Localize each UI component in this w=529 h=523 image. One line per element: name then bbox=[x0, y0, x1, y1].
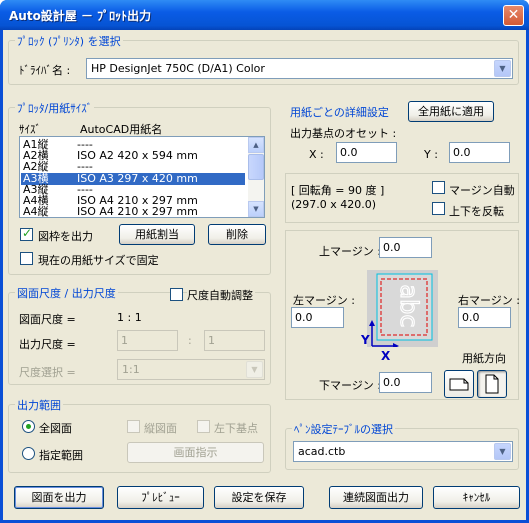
output-scale-input-a[interactable]: 1 bbox=[117, 330, 178, 351]
dialog-client: ﾌﾟﾛｯｸ (ﾌﾟﾘﾝﾀ) を選択 ﾄﾞﾗｲﾊﾞ名 : HP DesignJet… bbox=[3, 30, 526, 520]
scale-select-value: 1:1 bbox=[122, 363, 140, 376]
left-margin-label: 左マージン : bbox=[293, 294, 355, 307]
scale-select[interactable]: 1:1 ▼ bbox=[117, 359, 265, 380]
orientation-label: 用紙方向 bbox=[462, 352, 506, 365]
rotation-text: [ 回転角 = 90 度 ] bbox=[291, 184, 385, 197]
bottom-margin-input[interactable]: 0.0 bbox=[379, 372, 432, 393]
fix-size-label: 現在の用紙サイズで固定 bbox=[38, 254, 159, 267]
pen-table-select[interactable]: acad.ctb ▼ bbox=[293, 441, 513, 462]
output-scale-input-b[interactable]: 1 bbox=[204, 330, 265, 351]
chevron-down-icon: ▼ bbox=[494, 60, 511, 77]
bottom-left-label: 左下基点 bbox=[214, 422, 258, 435]
right-margin-input[interactable]: 0.0 bbox=[458, 307, 511, 328]
scroll-thumb[interactable] bbox=[248, 154, 264, 180]
paper-dims: (297.0 x 420.0) bbox=[291, 198, 377, 211]
offset-y-label: Y : bbox=[424, 148, 438, 161]
pen-table-group: ﾍﾟﾝ設定ﾃｰﾌﾞﾙの選択 acad.ctb ▼ bbox=[285, 421, 519, 470]
screen-select-button[interactable]: 画面指示 bbox=[127, 442, 264, 463]
auto-scale-label: 尺度自動調整 bbox=[187, 287, 255, 303]
plotter-group-title: ﾌﾟﾛｯｸ (ﾌﾟﾘﾝﾀ) を選択 bbox=[15, 33, 123, 49]
offset-y-input[interactable]: 0.0 bbox=[449, 142, 510, 163]
bottom-left-checkbox[interactable] bbox=[197, 420, 210, 433]
col-size-header: ｻｲｽﾞ bbox=[19, 123, 41, 136]
output-scale-label: 出力尺度 = bbox=[19, 338, 76, 351]
bottom-margin-label: 下マージン : bbox=[319, 379, 381, 392]
paper-size-group-title: ﾌﾟﾛｯﾀ/用紙ｻｲｽﾞ bbox=[15, 100, 95, 116]
output-scale-separator: : bbox=[188, 334, 192, 347]
paper-preview: abc bbox=[367, 270, 438, 349]
auto-scale-checkbox[interactable] bbox=[170, 288, 183, 301]
top-margin-input[interactable]: 0.0 bbox=[379, 237, 432, 258]
output-range-group: 出力範囲 全図面 縦図面 左下基点 指定範囲 画面指示 bbox=[8, 397, 271, 473]
range-all-radio[interactable] bbox=[22, 420, 35, 433]
driver-select[interactable]: HP DesignJet 750C (D/A1) Color ▼ bbox=[86, 58, 513, 79]
driver-value: HP DesignJet 750C (D/A1) Color bbox=[91, 62, 265, 75]
flip-checkbox[interactable] bbox=[432, 202, 445, 215]
plotter-group: ﾌﾟﾛｯｸ (ﾌﾟﾘﾝﾀ) を選択 ﾄﾞﾗｲﾊﾞ名 : HP DesignJet… bbox=[8, 33, 519, 85]
chevron-down-icon: ▼ bbox=[246, 361, 263, 378]
right-margin-label: 右マージン : bbox=[458, 294, 520, 307]
pen-table-group-title: ﾍﾟﾝ設定ﾃｰﾌﾞﾙの選択 bbox=[292, 421, 395, 437]
preview-button[interactable]: ﾌﾟﾚﾋﾞｭｰ bbox=[117, 486, 204, 509]
paper-size-list[interactable]: A1縦 ---- A2横 ISO A2 420 x 594 mm A2縦 ---- A… bbox=[19, 136, 265, 218]
list-item[interactable]: A4縦 ISO A4 210 x 297 mm bbox=[21, 206, 245, 218]
col-autocad-header: AutoCAD用紙名 bbox=[80, 123, 163, 136]
scale-group-title: 図面尺度 / 出力尺度 bbox=[15, 285, 118, 301]
axis-x-label: X bbox=[381, 349, 391, 363]
offset-x-label: X : bbox=[309, 148, 324, 161]
left-margin-input[interactable]: 0.0 bbox=[291, 307, 344, 328]
flip-label: 上下を反転 bbox=[449, 205, 504, 218]
scroll-down-icon[interactable]: ▼ bbox=[248, 201, 264, 217]
plot-dialog: Auto設計屋 － ﾌﾟﾛｯﾄ出力 ✕ ﾌﾟﾛｯｸ (ﾌﾟﾘﾝﾀ) を選択 ﾄﾞ… bbox=[0, 0, 529, 523]
offset-x-input[interactable]: 0.0 bbox=[336, 142, 397, 163]
margin-auto-checkbox[interactable] bbox=[432, 181, 445, 194]
offset-label: 出力基点のオセット : bbox=[290, 127, 397, 140]
landscape-button[interactable] bbox=[444, 370, 474, 398]
driver-label: ﾄﾞﾗｲﾊﾞ名 : bbox=[19, 64, 71, 77]
scale-select-label: 尺度選択 = bbox=[19, 366, 76, 379]
paper-size-group: ﾌﾟﾛｯﾀ/用紙ｻｲｽﾞ ｻｲｽﾞ AutoCAD用紙名 A1縦 ---- A2横… bbox=[8, 100, 271, 275]
apply-all-button[interactable]: 全用紙に適用 bbox=[408, 101, 494, 122]
top-margin-label: 上マージン : bbox=[319, 245, 381, 258]
title-bar[interactable]: Auto設計屋 － ﾌﾟﾛｯﾄ出力 ✕ bbox=[0, 0, 529, 30]
output-range-group-title: 出力範囲 bbox=[15, 397, 63, 413]
save-settings-button[interactable]: 設定を保存 bbox=[214, 486, 304, 509]
cancel-button[interactable]: ｷｬﾝｾﾙ bbox=[433, 486, 520, 509]
assign-paper-button[interactable]: 用紙割当 bbox=[119, 224, 195, 245]
chevron-down-icon: ▼ bbox=[494, 443, 511, 460]
scroll-up-icon[interactable]: ▲ bbox=[248, 137, 264, 153]
drawing-scale-label: 図面尺度 = bbox=[19, 313, 76, 326]
range-specify-label: 指定範囲 bbox=[39, 449, 83, 462]
fix-size-checkbox[interactable] bbox=[20, 252, 33, 265]
vertical-label: 縦図面 bbox=[144, 422, 177, 435]
list-scrollbar[interactable]: ▲ ▼ bbox=[248, 137, 264, 217]
preview-text: abc bbox=[395, 284, 423, 327]
pen-table-value: acad.ctb bbox=[298, 445, 346, 458]
output-drawing-button[interactable]: 図面を出力 bbox=[14, 486, 104, 509]
window-title: Auto設計屋 － ﾌﾟﾛｯﾄ出力 bbox=[9, 9, 152, 23]
close-button[interactable]: ✕ bbox=[503, 5, 524, 26]
axis-y-label: Y bbox=[361, 333, 370, 347]
batch-output-button[interactable]: 連続図面出力 bbox=[329, 486, 423, 509]
portrait-button[interactable] bbox=[477, 370, 507, 398]
vertical-checkbox[interactable] bbox=[127, 420, 140, 433]
detail-title: 用紙ごとの詳細設定 bbox=[290, 106, 389, 119]
frame-output-checkbox[interactable] bbox=[20, 226, 33, 241]
range-specify-radio[interactable] bbox=[22, 447, 35, 460]
delete-button[interactable]: 削除 bbox=[208, 224, 266, 245]
drawing-scale-value: 1 : 1 bbox=[117, 311, 142, 324]
scale-group: 図面尺度 / 出力尺度 尺度自動調整 図面尺度 = 1 : 1 出力尺度 = 1… bbox=[8, 285, 271, 385]
range-all-label: 全図面 bbox=[39, 422, 72, 435]
margin-auto-label: マージン自動 bbox=[449, 184, 515, 197]
frame-output-label: 図枠を出力 bbox=[38, 230, 93, 243]
